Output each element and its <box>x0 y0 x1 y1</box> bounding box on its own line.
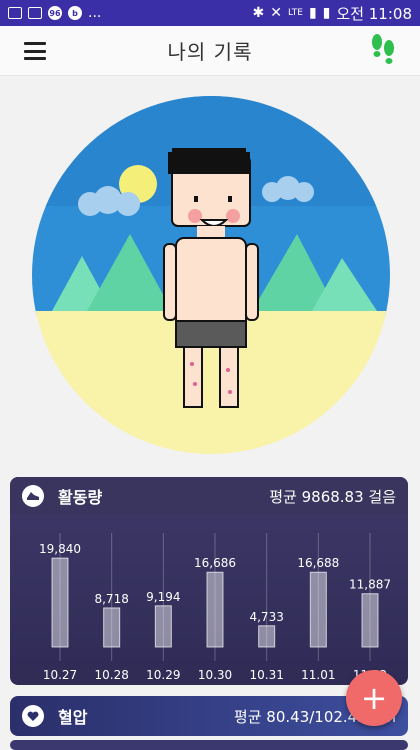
chart-x-tick-label: 10.27 <box>43 668 77 682</box>
chart-value-label: 11,887 <box>349 578 391 592</box>
mute-icon: ✕ <box>270 5 282 21</box>
activity-card-header: 활동량 평균 9868.83 걸음 <box>10 477 408 515</box>
character-illustration <box>32 96 390 454</box>
bluetooth-icon: ✱ <box>252 5 265 21</box>
clock: 오전 11:08 <box>336 4 412 23</box>
bp-title: 혈압 <box>58 708 88 727</box>
status-bar: 96 b ... ✱ ✕ LTE ▮ ▮ 오전 11:08 <box>0 0 420 26</box>
chart-value-label: 8,718 <box>94 592 128 606</box>
chart-value-label: 16,688 <box>297 556 339 570</box>
image-icon <box>28 7 42 19</box>
b-app-icon: b <box>68 6 82 20</box>
chart-bar <box>361 593 379 648</box>
chart-bar <box>258 625 276 648</box>
signal-icon: ▮ <box>308 5 317 21</box>
chart-bar <box>309 571 327 648</box>
app-bar: 나의 기록 <box>0 26 420 76</box>
activity-chart: 19,840 10.27 8,718 10.28 9,194 10.29 16,686 10.… <box>39 533 391 682</box>
page-title: 나의 기록 <box>167 40 253 64</box>
add-button[interactable]: + <box>346 670 402 726</box>
heart-icon <box>22 705 44 727</box>
menu-icon[interactable] <box>24 42 46 60</box>
chart-x-tick-label: 10.29 <box>146 668 180 682</box>
chart-value-label: 4,733 <box>249 610 283 624</box>
chart-x-tick-label: 10.30 <box>198 668 232 682</box>
more-notifications: ... <box>88 5 102 21</box>
chart-value-label: 19,840 <box>39 542 81 556</box>
chart-x-tick-label: 11.01 <box>301 668 335 682</box>
shoe-icon <box>22 485 44 507</box>
chart-bar <box>51 557 69 648</box>
chart-x-tick-label: 10.28 <box>94 668 128 682</box>
battery-icon: ▮ <box>322 5 331 21</box>
network-label: LTE <box>287 8 303 18</box>
chart-bar <box>206 571 224 648</box>
activity-average: 평균 9868.83 걸음 <box>269 487 396 506</box>
app-badge-icon: 96 <box>48 6 62 20</box>
chart-bar <box>154 605 172 648</box>
gallery-icon <box>8 7 22 19</box>
activity-title: 활동량 <box>58 488 103 507</box>
chart-x-tick-label: 10.31 <box>249 668 283 682</box>
chart-value-label: 16,686 <box>194 556 236 570</box>
chart-value-label: 9,194 <box>146 590 180 604</box>
chart-bar <box>103 607 121 648</box>
footsteps-icon[interactable] <box>368 32 398 68</box>
activity-card[interactable]: 활동량 평균 9868.83 걸음 19,840 10.27 8,718 10.28 9… <box>10 477 408 685</box>
next-card <box>10 740 408 750</box>
